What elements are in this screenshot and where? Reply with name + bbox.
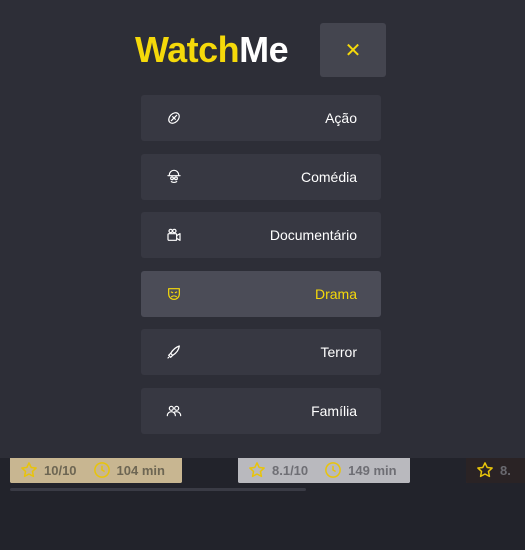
movie-runtime: 149 min: [348, 462, 397, 478]
menu-item-familia[interactable]: Família: [141, 387, 381, 434]
menu-item-label: Família: [311, 402, 357, 419]
menu-item-acao[interactable]: Ação: [141, 95, 381, 141]
menu-item-drama[interactable]: Drama: [141, 270, 381, 317]
drama-icon: [165, 285, 183, 303]
menu-item-comedia[interactable]: Comédia: [141, 153, 381, 200]
movie-rating: 8.: [500, 462, 511, 478]
genre-menu: Ação Comédia Documentário Drama Terror F…: [141, 95, 381, 446]
star-icon: [21, 462, 37, 478]
movie-runtime: 104 min: [116, 462, 165, 478]
menu-item-label: Terror: [320, 344, 357, 360]
close-button[interactable]: ✕: [320, 23, 386, 77]
menu-item-label: Comédia: [300, 168, 357, 185]
star-icon: [249, 462, 265, 478]
app-screen: 10/10 104 min 8.1/10 149 min 8. WatchMe: [0, 0, 525, 550]
family-icon: [165, 402, 183, 420]
movie-meta: 8.1/10 149 min: [238, 457, 410, 483]
horror-icon: [165, 343, 183, 361]
documentary-icon: [165, 226, 183, 244]
close-icon: ✕: [344, 39, 362, 62]
menu-item-label: Drama: [314, 285, 357, 302]
movie-rating: 10/10: [44, 462, 77, 478]
star-icon: [477, 462, 493, 478]
movie-rating: 8.1/10: [272, 462, 309, 478]
movie-meta: 8.: [466, 457, 525, 483]
app-logo: WatchMe: [135, 29, 289, 70]
menu-item-documentario[interactable]: Documentário: [141, 212, 381, 258]
comedy-icon: [165, 168, 183, 186]
sidebar-header: WatchMe ✕: [0, 23, 525, 77]
clock-icon: [325, 462, 342, 478]
clock-icon: [93, 462, 110, 478]
genre-sidebar: WatchMe ✕ Ação Comédia Documentário Dram…: [0, 0, 525, 458]
menu-item-label: Documentário: [269, 227, 357, 243]
menu-item-terror[interactable]: Terror: [141, 329, 381, 375]
menu-item-label: Ação: [325, 110, 357, 126]
scrollbar[interactable]: [10, 488, 306, 491]
action-icon: [165, 109, 183, 127]
movie-meta: 10/10 104 min: [10, 457, 182, 483]
